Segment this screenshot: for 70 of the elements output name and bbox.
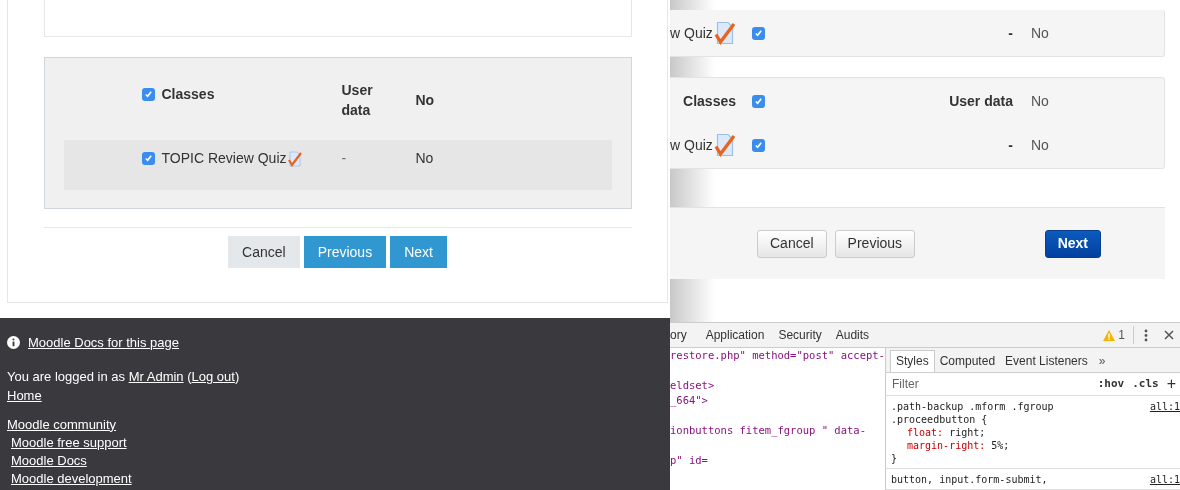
column-label: Classes [161, 85, 215, 104]
devtools-tab[interactable]: Application [698, 322, 772, 348]
hov-button[interactable]: :hov [1097, 375, 1125, 393]
checkbox[interactable] [752, 138, 765, 152]
table-cell-text: - [341, 149, 348, 168]
checkbox[interactable] [752, 94, 765, 108]
css-selector: .path-backup .mform .fgroup [891, 400, 1054, 413]
column-label: User data [949, 91, 1013, 111]
user-link[interactable]: Mr Admin [128, 368, 184, 384]
column-label: No [415, 91, 435, 110]
logout-link[interactable]: Log out [191, 368, 235, 384]
item-label: TOPIC Review Quiz [161, 149, 287, 168]
css-declaration: float: right; [907, 426, 986, 439]
form-button[interactable]: Next [1044, 229, 1101, 258]
styles-tab[interactable]: Computed [934, 349, 1001, 372]
styles-tab[interactable]: Styles [890, 349, 935, 372]
checkmark-icon [143, 90, 153, 99]
filter-field[interactable]: Filter [892, 374, 1090, 393]
home-link[interactable]: Home [7, 387, 42, 403]
more-tabs-button[interactable]: » [1092, 349, 1112, 372]
table-cell-text: No [1031, 91, 1049, 111]
checkmark-icon [754, 28, 763, 38]
item-label: w Quiz [670, 135, 713, 155]
checkmark-icon [754, 96, 763, 106]
source-link[interactable]: all:1 [1149, 473, 1180, 486]
table-cell-text: No [415, 149, 434, 168]
column-label: User data [341, 81, 374, 120]
item-label: w Quiz [670, 23, 713, 43]
code-line: _664"> [670, 393, 708, 408]
devtools-tab[interactable]: Security [771, 322, 829, 348]
code-line: p" id= [670, 453, 708, 468]
table-cell-text: - [1008, 135, 1013, 155]
footer-link[interactable]: Moodle community [7, 415, 117, 434]
checkmark-icon [143, 154, 153, 163]
code-line: ionbuttons fitem_fgroup " data- [670, 423, 866, 438]
form-button[interactable]: Cancel [757, 229, 827, 258]
footer-link[interactable]: Moodle development [11, 469, 132, 488]
checkbox[interactable] [141, 88, 155, 101]
quiz-check-icon [286, 150, 303, 167]
table-cell-text: No [1031, 135, 1049, 155]
docs-link[interactable]: Moodle Docs for this page [28, 333, 180, 353]
table-cell-text: No [1031, 23, 1049, 43]
css-selector: .proceedbutton { [891, 413, 988, 426]
devtools-tab[interactable]: Audits [828, 322, 877, 348]
column-label: Classes [683, 91, 736, 111]
info-icon [7, 336, 20, 350]
css-declaration: margin-right: 5%; [907, 439, 1010, 452]
css-brace: } [891, 452, 899, 465]
checkmark-icon [754, 140, 763, 150]
footer-link[interactable]: Moodle Docs [11, 451, 87, 470]
code-line: restore.php" method="post" accept- [670, 348, 885, 363]
login-info: You are logged in as Mr Admin (Log out) [7, 367, 241, 386]
close-icon[interactable] [1164, 330, 1174, 340]
code-line: eldset> [670, 378, 715, 393]
quiz-check-icon [712, 21, 737, 45]
table-cell-text: - [1008, 23, 1013, 43]
footer-link[interactable]: Moodle free support [11, 433, 127, 452]
styles-tab[interactable]: Event Listeners [1000, 349, 1093, 372]
more-icon[interactable] [1144, 328, 1148, 342]
cls-button[interactable]: .cls [1132, 375, 1159, 393]
checkbox[interactable] [752, 26, 765, 40]
checkbox[interactable] [141, 152, 155, 165]
warning-count: 1 [1118, 327, 1125, 344]
add-rule-button[interactable]: + [1166, 375, 1176, 392]
source-link[interactable]: all:1 [1149, 400, 1180, 413]
css-selector: button, input.form-submit, [891, 473, 1048, 486]
quiz-check-icon [712, 133, 737, 157]
form-button[interactable]: Cancel [228, 236, 300, 268]
form-button[interactable]: Previous [834, 229, 916, 258]
devtools-tab[interactable]: ory [670, 322, 699, 348]
